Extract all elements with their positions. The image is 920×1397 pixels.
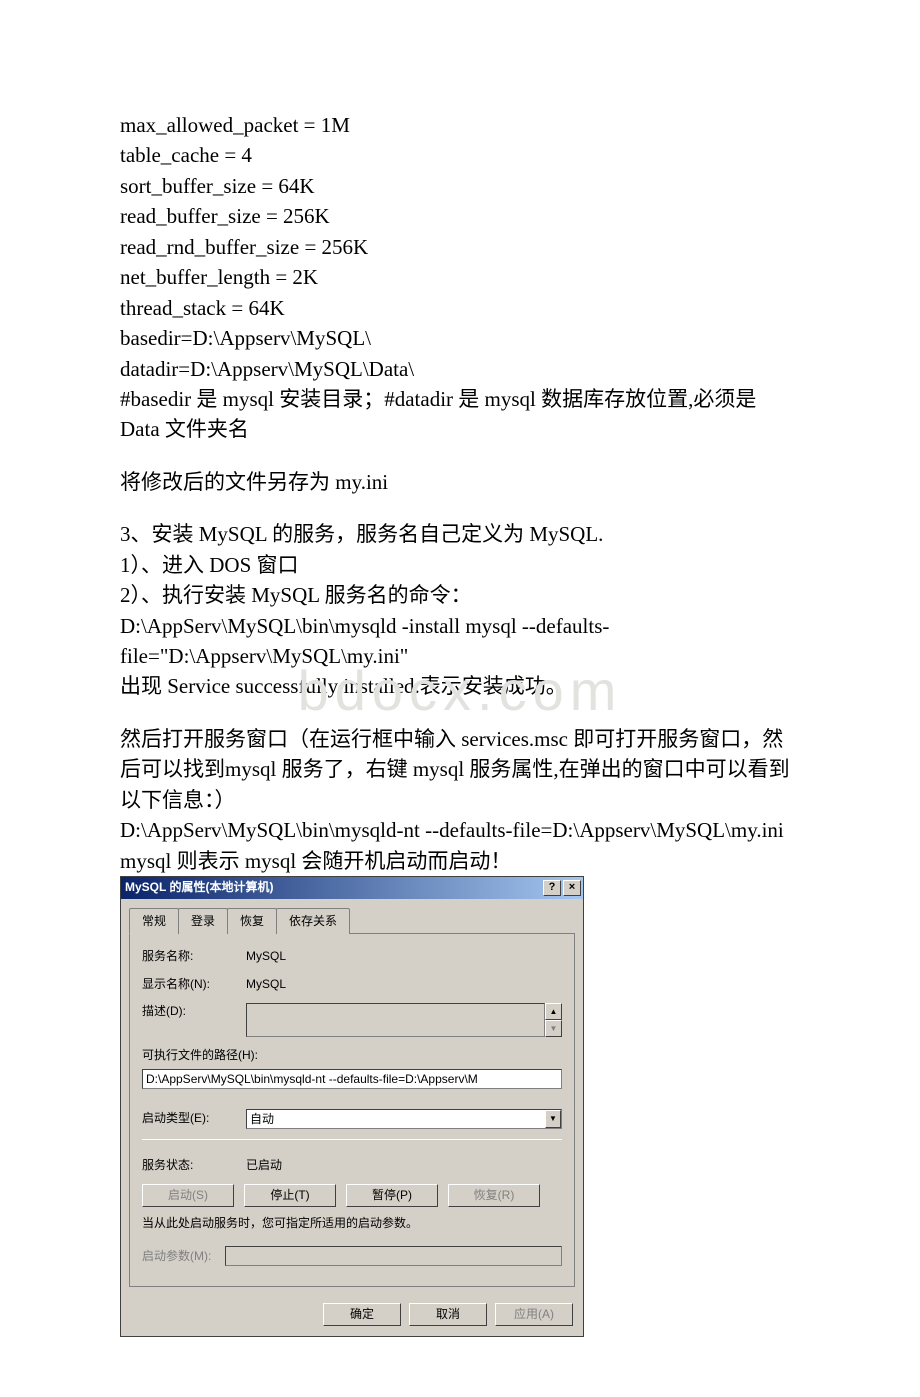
label-service-name: 服务名称: — [142, 948, 246, 965]
label-startup-type: 启动类型(E): — [142, 1110, 246, 1127]
cfg-line: sort_buffer_size = 64K — [120, 171, 800, 201]
label-display-name: 显示名称(N): — [142, 976, 246, 993]
startup-type-value[interactable] — [246, 1109, 562, 1129]
label-service-status: 服务状态: — [142, 1157, 246, 1174]
text: 然后打开服务窗口（在运行框中输入 services.msc 即可打开服务窗口，然… — [120, 724, 800, 815]
text: D:\AppServ\MySQL\bin\mysqld -install mys… — [120, 611, 800, 672]
dialog-title: MySQL 的属性(本地计算机) — [125, 879, 273, 896]
paragraph: 然后打开服务窗口（在运行框中输入 services.msc 即可打开服务窗口，然… — [120, 724, 800, 876]
properties-dialog: MySQL 的属性(本地计算机) ? × 常规 登录 恢复 依存关系 服务名称:… — [120, 876, 584, 1337]
resume-button: 恢复(R) — [448, 1184, 540, 1207]
ok-button[interactable]: 确定 — [323, 1303, 401, 1326]
tab-logon[interactable]: 登录 — [178, 908, 228, 934]
text: 3、安装 MySQL 的服务，服务名自己定义为 MySQL. — [120, 519, 800, 549]
scroll-down-icon[interactable]: ▼ — [545, 1020, 562, 1037]
tab-strip: 常规 登录 恢复 依存关系 — [129, 907, 575, 934]
description-textarea[interactable] — [246, 1003, 545, 1037]
chevron-down-icon[interactable]: ▼ — [545, 1110, 561, 1128]
cfg-line: datadir=D:\Appserv\MySQL\Data\ — [120, 354, 800, 384]
paragraph: 将修改后的文件另存为 my.ini — [120, 467, 800, 497]
label-description: 描述(D): — [142, 1003, 246, 1020]
pause-button[interactable]: 暂停(P) — [346, 1184, 438, 1207]
cfg-line: #basedir 是 mysql 安装目录；#datadir 是 mysql 数… — [120, 384, 800, 445]
tab-panel: 服务名称: MySQL 显示名称(N): MySQL 描述(D): ▲ ▼ 可执… — [129, 934, 575, 1287]
scroll-up-icon[interactable]: ▲ — [545, 1003, 562, 1020]
text: D:\AppServ\MySQL\bin\mysqld-nt --default… — [120, 815, 800, 876]
stop-button[interactable]: 停止(T) — [244, 1184, 336, 1207]
startup-note: 当从此处启动服务时，您可指定所适用的启动参数。 — [142, 1215, 562, 1232]
tab-dependencies[interactable]: 依存关系 — [276, 908, 350, 934]
text: 2）、执行安装 MySQL 服务名的命令： — [120, 580, 800, 610]
value-service-status: 已启动 — [246, 1157, 562, 1174]
cfg-line: read_buffer_size = 256K — [120, 201, 800, 231]
cfg-line: net_buffer_length = 2K — [120, 262, 800, 292]
value-display-name: MySQL — [246, 976, 562, 993]
text: 将修改后的文件另存为 my.ini — [120, 467, 800, 497]
cfg-line: basedir=D:\Appserv\MySQL\ — [120, 323, 800, 353]
value-service-name: MySQL — [246, 948, 562, 965]
label-exe-path: 可执行文件的路径(H): — [142, 1047, 562, 1064]
cancel-button[interactable]: 取消 — [409, 1303, 487, 1326]
start-params-field — [225, 1246, 562, 1266]
description-scroll[interactable]: ▲ ▼ — [545, 1003, 562, 1037]
text: 出现 Service successfully installed.表示安装成功… — [120, 671, 800, 701]
cfg-line: max_allowed_packet = 1M — [120, 110, 800, 140]
help-button[interactable]: ? — [543, 880, 561, 896]
close-button[interactable]: × — [563, 880, 581, 896]
startup-type-combo[interactable]: ▼ — [246, 1109, 562, 1129]
paragraph: 3、安装 MySQL 的服务，服务名自己定义为 MySQL. 1）、进入 DOS… — [120, 519, 800, 702]
cfg-line: read_rnd_buffer_size = 256K — [120, 232, 800, 262]
start-button: 启动(S) — [142, 1184, 234, 1207]
apply-button: 应用(A) — [495, 1303, 573, 1326]
titlebar[interactable]: MySQL 的属性(本地计算机) ? × — [121, 877, 583, 899]
exe-path-field[interactable] — [142, 1069, 562, 1089]
tab-general[interactable]: 常规 — [129, 908, 179, 934]
text: 1）、进入 DOS 窗口 — [120, 550, 800, 580]
label-start-params: 启动参数(M): — [142, 1248, 225, 1265]
cfg-line: thread_stack = 64K — [120, 293, 800, 323]
config-lines: max_allowed_packet = 1M table_cache = 4 … — [120, 110, 800, 445]
cfg-line: table_cache = 4 — [120, 140, 800, 170]
tab-recovery[interactable]: 恢复 — [227, 908, 277, 934]
